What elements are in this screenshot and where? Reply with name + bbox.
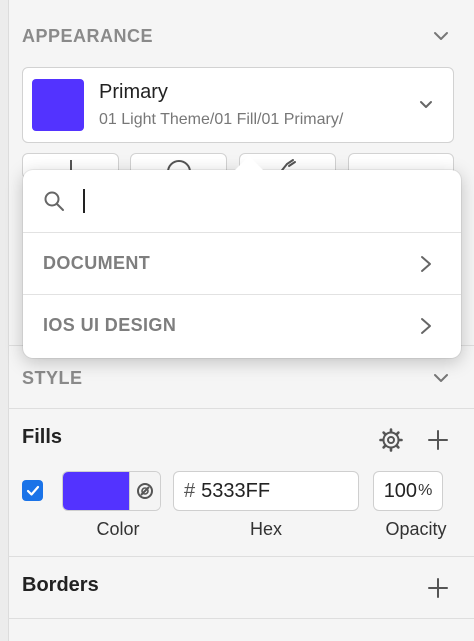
fill-color-well[interactable]: [62, 471, 161, 511]
style-color-swatch: [32, 79, 84, 131]
hex-value: 5333FF: [201, 479, 271, 502]
chevron-down-icon: [420, 101, 432, 108]
color-label: Color: [96, 519, 140, 539]
plus-icon: [428, 430, 448, 450]
opacity-value: 100: [383, 479, 418, 502]
search-icon: [44, 191, 64, 211]
popover-item-document[interactable]: DOCUMENT: [23, 232, 461, 294]
add-fill-button[interactable]: [425, 427, 451, 453]
popover-item-ios-ui-design[interactable]: IOS UI DESIGN: [23, 294, 461, 356]
borders-title: Borders: [22, 574, 99, 596]
shared-style-selector[interactable]: Primary 01 Light Theme/01 Fill/01 Primar…: [22, 67, 454, 143]
popover-arrow: [234, 156, 264, 171]
divider: [8, 408, 474, 409]
hex-prefix: #: [184, 479, 196, 502]
appearance-header[interactable]: APPEARANCE: [22, 21, 450, 51]
popover-item-label: DOCUMENT: [43, 253, 151, 273]
plus-icon: [428, 578, 448, 598]
style-title: STYLE: [22, 367, 83, 388]
popover-search-input[interactable]: [85, 184, 435, 218]
hex-input[interactable]: # 5333FF: [173, 471, 359, 511]
gear-icon: [379, 428, 403, 452]
style-header[interactable]: STYLE: [22, 363, 450, 393]
chevron-down-icon[interactable]: [432, 27, 450, 45]
opacity-input[interactable]: 100 %: [373, 471, 443, 511]
style-path: 01 Light Theme/01 Fill/01 Primary/: [99, 111, 344, 128]
checkmark-icon: [26, 485, 39, 496]
popover-item-label: IOS UI DESIGN: [43, 315, 177, 335]
chevron-right-icon: [421, 255, 431, 272]
add-border-button[interactable]: [425, 575, 451, 601]
appearance-title: APPEARANCE: [22, 25, 154, 46]
fill-color-swatch[interactable]: [63, 472, 129, 510]
style-name: Primary: [99, 81, 168, 103]
color-variable-popover: DOCUMENT IOS UI DESIGN: [23, 156, 461, 358]
chevron-right-icon: [421, 317, 431, 334]
hex-label: Hex: [249, 519, 282, 539]
divider: [8, 556, 474, 557]
chevron-down-icon[interactable]: [432, 369, 450, 387]
opacity-label: Opacity: [385, 519, 447, 539]
opacity-unit: %: [418, 482, 433, 499]
fill-enabled-checkbox[interactable]: [22, 480, 43, 501]
color-variable-button[interactable]: [129, 472, 160, 510]
fill-settings-button[interactable]: [378, 427, 404, 453]
detach-color-icon: [137, 483, 153, 499]
fills-title: Fills: [22, 426, 63, 448]
divider: [8, 618, 474, 619]
